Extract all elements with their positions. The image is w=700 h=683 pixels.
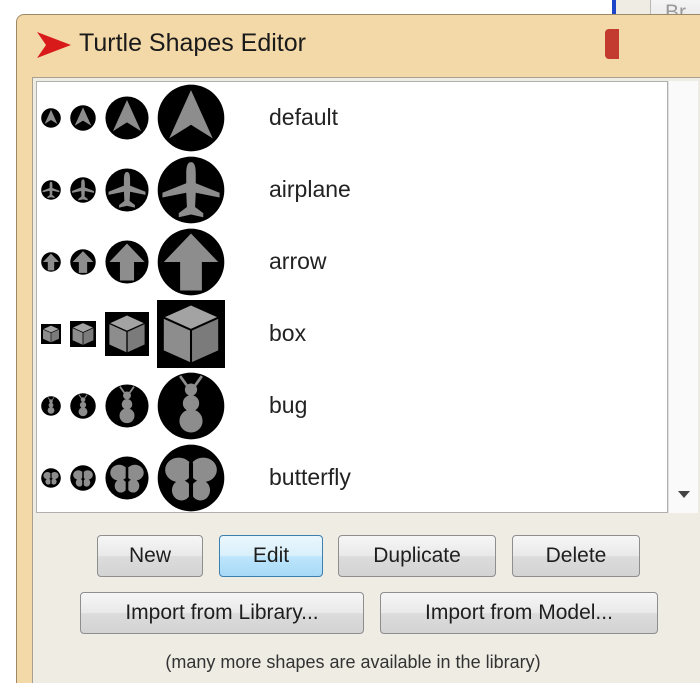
library-hint-text: (many more shapes are available in the l…: [165, 652, 541, 672]
bug-icon: [105, 384, 149, 428]
shape-name: butterfly: [269, 464, 351, 490]
shape-name: airplane: [269, 176, 351, 202]
airplane-icon: [157, 156, 225, 224]
shape-list-scrollbar[interactable]: [668, 81, 698, 513]
arrow-icon: [157, 228, 225, 296]
box-icon: [157, 300, 225, 368]
airplane-icon: [41, 180, 61, 200]
bug-icon: [157, 372, 225, 440]
default-arrowhead-icon: [157, 84, 225, 152]
shape-row-airplane[interactable]: airplane: [37, 154, 667, 226]
shape-row-box[interactable]: box: [37, 298, 667, 370]
turtle-shapes-editor-window: Turtle Shapes Editor default airplane ar…: [16, 14, 700, 683]
delete-button[interactable]: Delete: [512, 535, 640, 577]
shape-name: default: [269, 104, 339, 130]
airplane-icon: [70, 177, 96, 203]
butterfly-icon: [70, 465, 96, 491]
title-bar[interactable]: Turtle Shapes Editor: [17, 15, 700, 77]
import-from-library-button[interactable]: Import from Library...: [80, 592, 364, 634]
shape-row-bug[interactable]: bug: [37, 370, 667, 442]
netlogo-turtle-logo-icon: [37, 32, 71, 58]
new-button[interactable]: New: [97, 535, 203, 577]
arrow-icon: [70, 249, 96, 275]
box-icon: [70, 321, 96, 347]
butterfly-icon: [41, 468, 61, 488]
arrow-icon: [41, 252, 61, 272]
butterfly-icon: [105, 456, 149, 500]
default-arrowhead-icon: [41, 108, 61, 128]
edit-button[interactable]: Edit: [219, 535, 323, 577]
default-arrowhead-icon: [70, 105, 96, 131]
bug-icon: [41, 396, 61, 416]
shape-row-arrow[interactable]: arrow: [37, 226, 667, 298]
shape-row-butterfly[interactable]: butterfly: [37, 442, 667, 513]
scroll-down-arrow-icon[interactable]: [678, 491, 690, 498]
duplicate-button[interactable]: Duplicate: [338, 535, 496, 577]
box-icon: [41, 324, 61, 344]
shape-name: arrow: [269, 248, 327, 274]
window-title: Turtle Shapes Editor: [79, 29, 306, 57]
screen: Br Se Turtle Shapes Editor default: [0, 0, 700, 683]
shape-name: box: [269, 320, 307, 346]
airplane-icon: [105, 168, 149, 212]
editor-content: default airplane arrow box bug butterfly…: [32, 77, 700, 683]
box-icon: [105, 312, 149, 356]
shape-name: bug: [269, 392, 308, 418]
shape-row-default[interactable]: default: [37, 82, 667, 154]
shape-list[interactable]: default airplane arrow box bug butterfly: [36, 81, 668, 513]
default-arrowhead-icon: [105, 96, 149, 140]
import-from-model-button[interactable]: Import from Model...: [380, 592, 658, 634]
butterfly-icon: [157, 444, 225, 512]
bug-icon: [70, 393, 96, 419]
close-button[interactable]: [605, 29, 619, 59]
arrow-icon: [105, 240, 149, 284]
